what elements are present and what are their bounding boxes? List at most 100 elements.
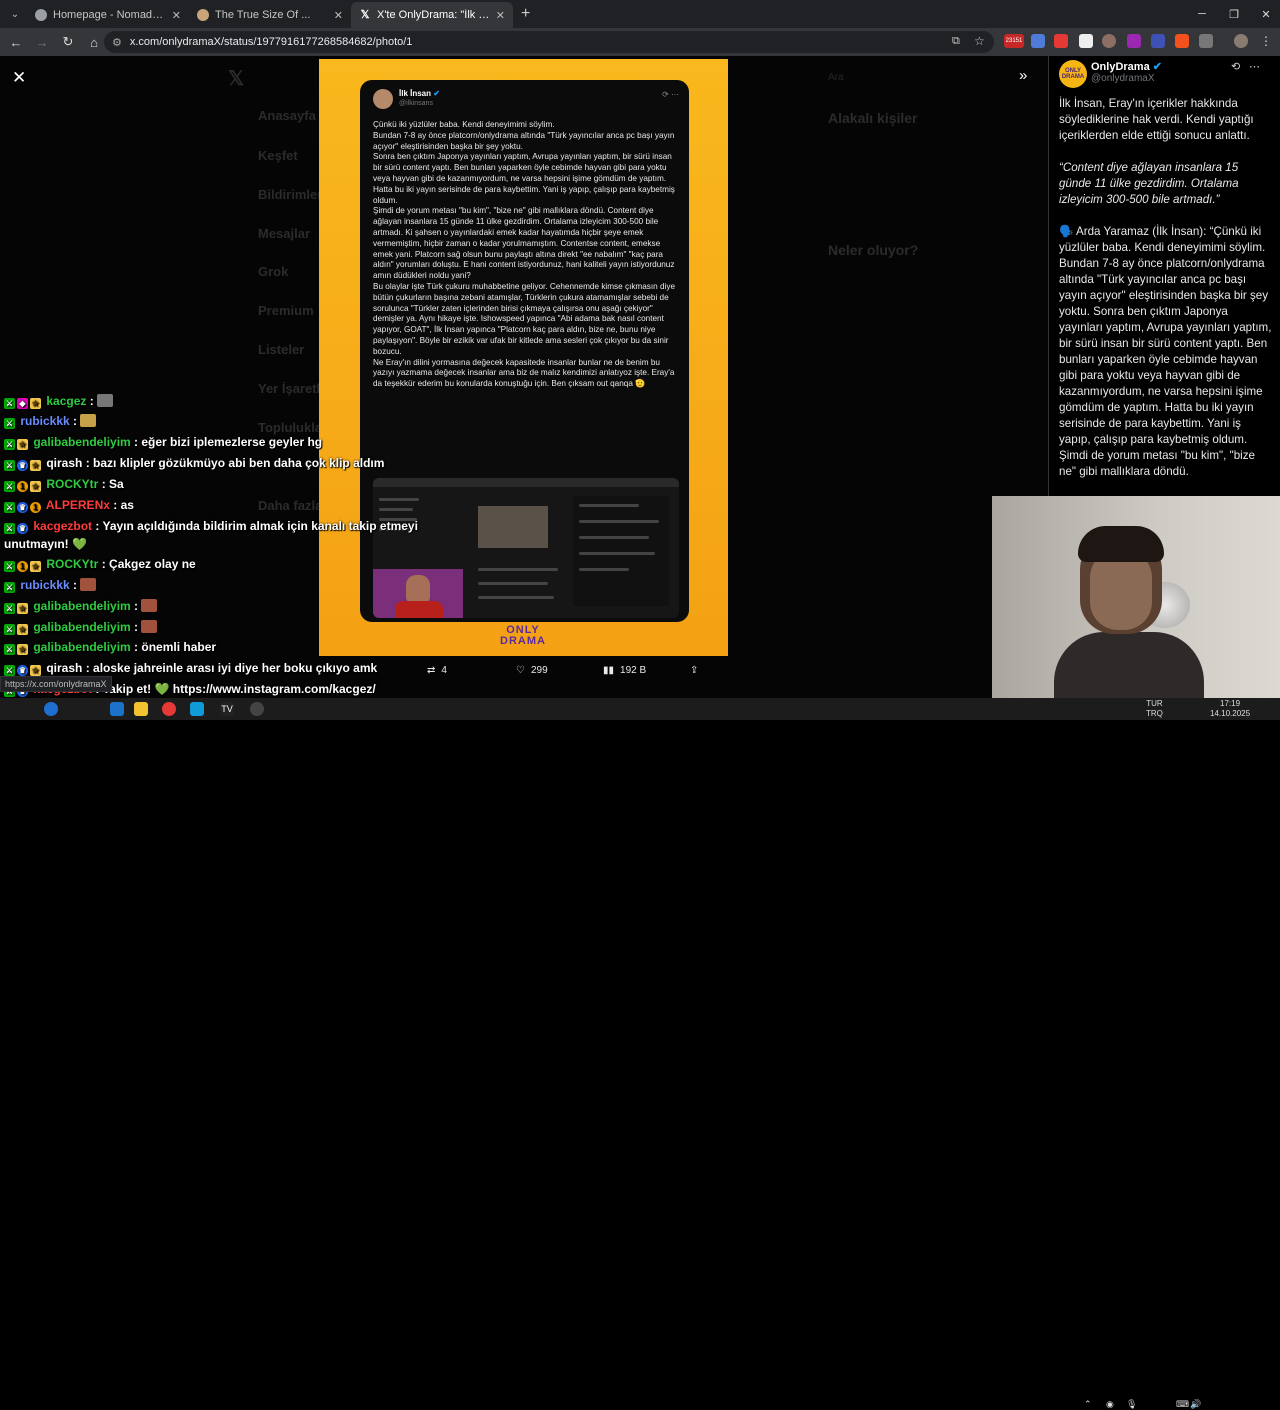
avatar [373,89,393,109]
chat-message: ⚔★ galibabendeliyim : [4,620,158,635]
tab-true-size[interactable]: The True Size Of ... ✕ [189,2,351,28]
nav-messages[interactable]: Mesajlar [258,226,310,241]
mod-badge-icon: ⚔ [4,644,15,655]
nav-premium[interactable]: Premium [258,303,314,318]
mod-badge-icon: ⚔ [4,603,15,614]
share-icon: ⇪ [690,665,699,676]
sub-badge-icon: ★ [30,398,41,409]
vip-badge-icon: ◆ [17,398,28,409]
back-button[interactable]: ← [4,30,28,54]
sub-badge-icon: ★ [17,439,28,450]
sub-badge-icon: ★ [17,603,28,614]
share-button[interactable]: ⇪ [690,665,698,676]
address-bar[interactable]: ⚙ x.com/onlydramaX/status/19779161772685… [104,31,994,53]
views-button[interactable]: ▮▮ 192 B [603,665,646,676]
install-app-icon[interactable]: ⧉ [952,35,960,48]
chat-username: kacgez [46,394,87,408]
mod-badge-icon: ⚔ [4,502,15,513]
nav-home[interactable]: Anasayfa [258,108,316,123]
new-tab-button[interactable]: + [521,5,530,23]
chat-username: kacgezbot [33,519,93,533]
tab-nomadmania[interactable]: Homepage - NomadMania ✕ [27,2,189,28]
extension-badge-icon[interactable]: 23151 [1004,34,1024,48]
nav-notifications[interactable]: Bildirimler [258,187,322,202]
chat-username: ROCKYtr [46,477,99,491]
chat-message: ⚔ rubickkk : [4,578,97,593]
close-window-button[interactable]: ✕ [1250,0,1280,28]
maximize-button[interactable]: ❐ [1218,0,1250,28]
tray-app-icon[interactable]: ◉ [1106,1399,1114,1410]
chat-message: ⚔ ♛ 1 ALPERENx : as [4,498,134,513]
diamond-extension-icon[interactable] [1079,34,1093,48]
search-icon[interactable] [44,702,58,716]
nav-explore[interactable]: Keşfet [258,148,298,163]
close-photo-button[interactable]: ✕ [12,68,26,88]
nav-lists[interactable]: Listeler [258,342,304,357]
folder-icon[interactable] [134,702,148,716]
grok-icon[interactable]: ⟲ [1231,60,1240,73]
microphone-icon[interactable]: 🎙 [1126,1399,1137,1410]
tab-strip: ⌄ Homepage - NomadMania ✕ The True Size … [0,0,1280,28]
reload-button[interactable]: ↻ [56,30,80,54]
tool-extension-icon[interactable] [1175,34,1189,48]
chat-message: ⚔ 1 ★ ROCKYtr : Çakgez olay ne [4,557,196,572]
sub-badge-icon: ★ [17,624,28,635]
author-name[interactable]: OnlyDrama ✔ [1091,60,1162,73]
audio-extension-icon[interactable] [1151,34,1165,48]
input-language[interactable]: TUR TRQ [1146,699,1163,719]
trends-heading: Neler oluyor? [828,242,919,258]
prime-badge-icon: ♛ [17,460,28,471]
twitch-extension-icon[interactable] [1127,34,1141,48]
obs-icon[interactable] [250,702,264,716]
puzzle-extensions-icon[interactable] [1199,34,1213,48]
network-icon[interactable]: ⌨ [1176,1399,1189,1410]
avatar[interactable]: ONLY DRAMA [1059,60,1087,88]
heart-icon: ♡ [516,665,525,676]
tab-search-chevron-icon[interactable]: ⌄ [3,3,27,25]
adblock-extension-icon[interactable] [1054,34,1068,48]
minimize-button[interactable]: ─ [1186,0,1218,28]
tab-onlydrama[interactable]: 𝕏 X'te OnlyDrama: "İlk İnsan, Eray'ın ✕ [351,2,513,28]
close-tab-icon[interactable]: ✕ [172,9,181,22]
home-button[interactable]: ⌂ [82,30,106,54]
tray-chevron-icon[interactable]: ⌃ [1084,1399,1092,1410]
tradingview-icon[interactable]: TV [220,702,234,716]
toggle-panel-icon[interactable]: » [1019,67,1027,84]
chat-message: ⚔ ◆ ★ kacgez : [4,394,114,409]
chat-username: galibabendeliyim [33,620,131,634]
volume-icon[interactable]: 🔊 [1190,1399,1201,1410]
view-count: 192 B [620,665,647,676]
system-clock[interactable]: 17:19 14.10.2025 [1210,699,1250,719]
translate-extension-icon[interactable] [1031,34,1045,48]
more-options-icon[interactable]: ⋯ [1249,60,1260,73]
cookie-extension-icon[interactable] [1102,34,1116,48]
store-icon[interactable] [190,702,204,716]
close-tab-icon[interactable]: ✕ [496,9,505,22]
sub-badge-icon: ★ [30,561,41,572]
site-info-icon[interactable]: ⚙ [112,36,122,49]
chat-message: ⚔ rubickkk : [4,414,97,429]
chat-message: ⚔ ♛ ★ qirash : bazı klipler gözükmüyo abi … [4,456,385,471]
emote [80,414,97,427]
chat-username: ALPERENx [45,498,110,512]
search-placeholder[interactable]: Ara [828,72,844,83]
forward-button[interactable]: → [30,30,54,54]
chat-text: Sa [109,477,124,491]
chrome-icon[interactable] [162,702,176,716]
page-icon [197,9,209,21]
nav-grok[interactable]: Grok [258,264,288,279]
author-handle: @ilkinsans [399,100,433,107]
chat-text: önemli haber [141,640,217,654]
close-tab-icon[interactable]: ✕ [334,9,343,22]
bookmark-star-icon[interactable]: ☆ [974,34,985,48]
author-handle[interactable]: @onlydramaX [1091,73,1155,84]
edge-icon[interactable] [110,702,124,716]
chat-username: galibabendeliyim [33,640,131,654]
stream-chat-overlay: ⚔ ◆ ★ kacgez : ⚔ rubickkk : ⚔ ★ galibabende… [0,392,460,716]
like-button[interactable]: ♡ 299 [516,665,548,676]
browser-menu-icon[interactable]: ⋮ [1260,34,1272,48]
emote [97,394,114,407]
profile-avatar[interactable] [1234,34,1248,48]
tab-title: The True Size Of ... [215,9,311,21]
chat-text: as [120,498,134,512]
